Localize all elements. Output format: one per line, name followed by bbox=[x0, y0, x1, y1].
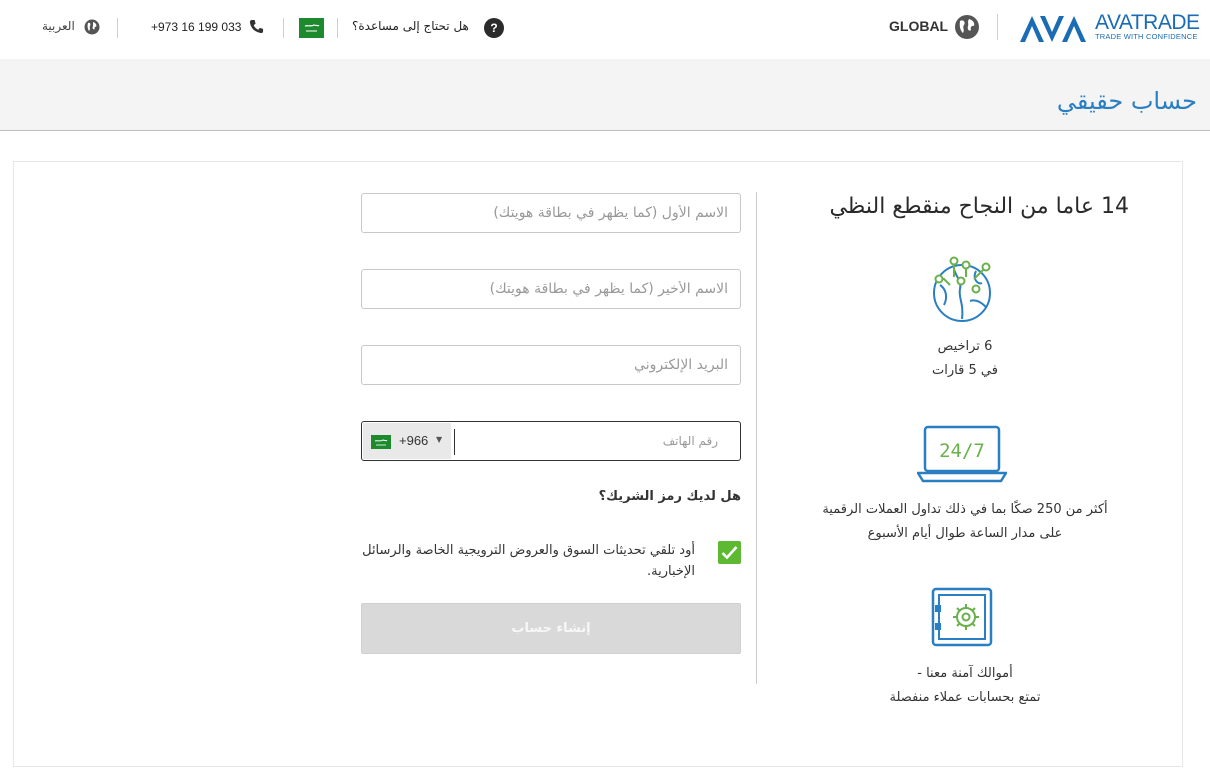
avatrade-logo[interactable]: AVATRADE TRADE WITH CONFIDENCE bbox=[1018, 11, 1203, 45]
saudi-flag-icon bbox=[371, 435, 391, 449]
marketing-opt-in-label[interactable]: أود تلقي تحديثات السوق والعروض الترويجية… bbox=[361, 540, 695, 582]
feature-fund-safety-line2: تمتع بحسابات عملاء منفصلة bbox=[889, 690, 1041, 705]
header-divider bbox=[283, 18, 284, 38]
ava-logo-mark-icon bbox=[1020, 16, 1086, 42]
globe-icon[interactable] bbox=[954, 14, 980, 40]
feature-instruments: أكثر من 250 صكًا بما في ذلك تداول العملا… bbox=[780, 498, 1150, 546]
header-divider bbox=[117, 18, 118, 38]
phone-number-input[interactable] bbox=[458, 422, 728, 460]
marketing-opt-in-checkbox[interactable] bbox=[718, 541, 741, 564]
help-link[interactable]: هل تحتاج إلى مساعدة؟ bbox=[352, 19, 469, 33]
page-title: حساب حقيقي bbox=[1056, 87, 1197, 115]
last-name-field bbox=[361, 269, 741, 309]
caret-down-icon: ▼ bbox=[436, 435, 443, 444]
email-field bbox=[361, 345, 741, 385]
phone-input-divider bbox=[454, 429, 455, 455]
support-phone-number[interactable]: +973 16 199 033 bbox=[151, 20, 241, 34]
feature-licenses-line1: 6 تراخيص bbox=[937, 339, 993, 354]
features-headline: 14 عاما من النجاح منقطع النظي bbox=[829, 194, 1129, 219]
saudi-flag-icon[interactable] bbox=[299, 18, 324, 38]
laptop-24-7-text: 24/7 bbox=[939, 440, 985, 462]
safe-vault-icon bbox=[931, 587, 993, 647]
country-code-selector[interactable]: +966 ▼ bbox=[363, 423, 451, 459]
feature-instruments-line2: على مدار الساعة طوال أيام الأسبوع bbox=[867, 526, 1063, 541]
checkmark-icon bbox=[721, 546, 738, 560]
brand-tagline: TRADE WITH CONFIDENCE bbox=[1095, 32, 1198, 41]
first-name-input[interactable] bbox=[362, 194, 740, 232]
feature-licenses: 6 تراخيص في 5 قارات bbox=[780, 335, 1150, 383]
header-divider bbox=[997, 14, 998, 40]
last-name-input[interactable] bbox=[362, 270, 740, 308]
language-selector[interactable]: العربية bbox=[42, 19, 75, 33]
top-bar: AVATRADE TRADE WITH CONFIDENCE GLOBAL ? … bbox=[0, 0, 1210, 59]
header-divider bbox=[337, 18, 338, 38]
column-divider bbox=[756, 192, 757, 684]
first-name-field bbox=[361, 193, 741, 233]
region-selector[interactable]: GLOBAL bbox=[889, 18, 948, 34]
phone-field: +966 ▼ bbox=[361, 421, 741, 461]
feature-fund-safety: أموالك آمنة معنا - تمتع بحسابات عملاء من… bbox=[780, 662, 1150, 710]
feature-licenses-line2: في 5 قارات bbox=[932, 363, 998, 378]
help-icon[interactable]: ? bbox=[484, 18, 504, 38]
email-input[interactable] bbox=[362, 346, 740, 384]
laptop-24-7-icon: 24/7 bbox=[917, 425, 1007, 483]
page-banner: حساب حقيقي bbox=[0, 59, 1210, 131]
phone-icon bbox=[249, 19, 264, 34]
create-account-button[interactable]: إنشاء حساب bbox=[361, 603, 741, 654]
feature-instruments-line1: أكثر من 250 صكًا بما في ذلك تداول العملا… bbox=[822, 502, 1108, 517]
language-globe-icon bbox=[84, 19, 100, 35]
partner-code-link[interactable]: هل لديك رمز الشريك؟ bbox=[599, 489, 741, 504]
feature-fund-safety-line1: أموالك آمنة معنا - bbox=[917, 666, 1013, 681]
global-network-icon bbox=[933, 256, 991, 322]
country-code-value: +966 bbox=[399, 433, 429, 448]
